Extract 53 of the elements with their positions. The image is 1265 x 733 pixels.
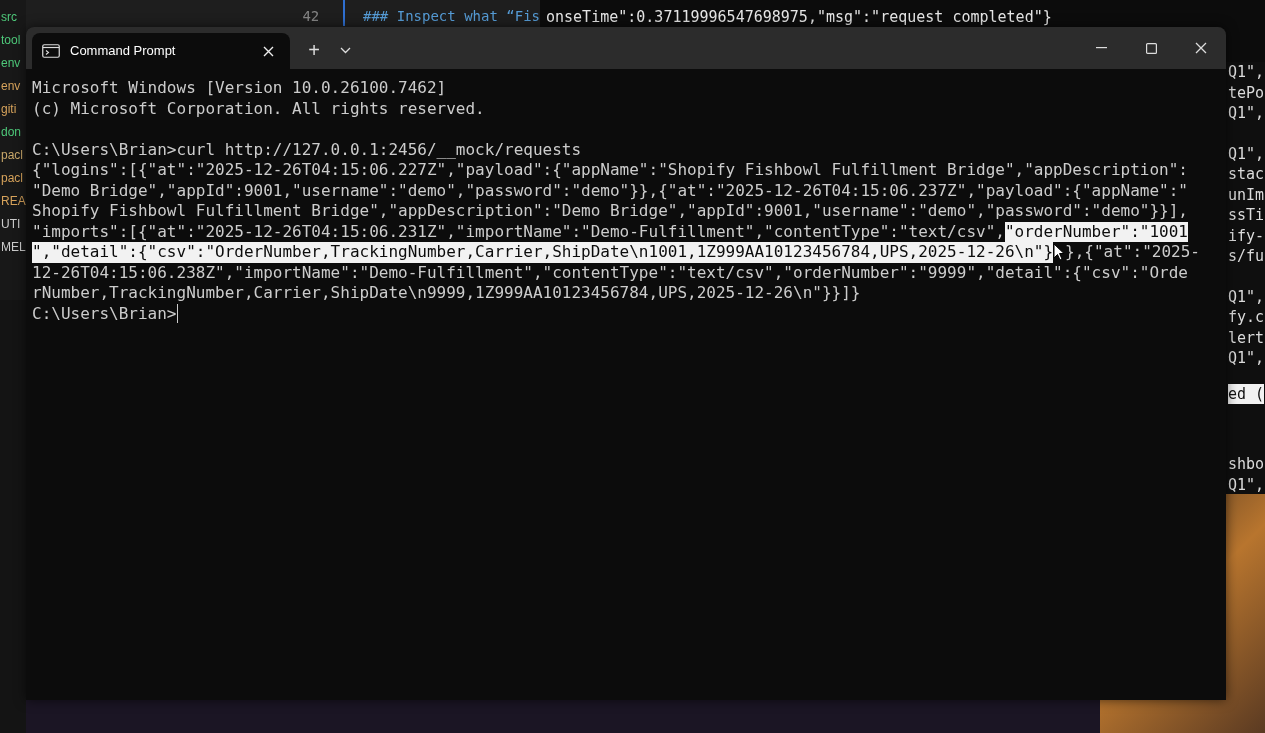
code-line: ### Inspect what “Fis: [363, 7, 540, 26]
command-prompt-icon: [42, 44, 60, 58]
log-line: s/fu: [1228, 246, 1265, 267]
terminal-text: (c) Microsoft Corporation. All rights reserved.: [32, 98, 485, 119]
text-cursor: [176, 304, 178, 324]
terminal-text: {"logins":[{"at":"2025-12-26T04:15:06.227Z","payload":{"appName":"Shopify Fishbowl Fulfillment Bridge","appDescription":: [32, 160, 1188, 181]
file-name[interactable]: pacl: [0, 148, 26, 163]
file-name[interactable]: env: [0, 56, 26, 71]
log-line: shbo: [1228, 454, 1265, 475]
log-line: Q1",: [1228, 103, 1265, 124]
new-tab-button[interactable]: +: [300, 37, 328, 63]
close-icon: [1195, 42, 1207, 54]
log-line: Q1",: [1228, 348, 1265, 369]
terminal-text: Shopify Fishbowl Fulfillment Bridge","appDescription":"Demo Bridge","appId":9001,"username":"demo","password":"demo"}}],: [32, 201, 1188, 222]
file-name[interactable]: MEL: [0, 240, 26, 255]
log-line: Q1",: [1228, 62, 1265, 83]
log-line: stac: [1228, 164, 1265, 185]
file-name[interactable]: src: [0, 10, 26, 25]
log-line: tePo: [1228, 82, 1265, 103]
tab-title: Command Prompt: [70, 42, 177, 61]
file-name[interactable]: pacl: [0, 171, 26, 186]
log-line: fy.c: [1228, 307, 1265, 328]
log-line: Q1",: [1228, 143, 1265, 164]
terminal-text: "Demo Bridge","appId":9001,"username":"demo","password":"demo"}},{"at":"2025-12-26T04:15:06.237Z","payload":{"appName":": [32, 180, 1188, 201]
file-name[interactable]: giti: [0, 102, 26, 117]
terminal-text: rNumber,TrackingNumber,Carrier,ShipDate\n9999,1Z999AA10123456784,UPS,2025-12-26\n"}}]}: [32, 283, 861, 304]
terminal-text: Microsoft Windows [Version 10.0.26100.7462]: [32, 78, 447, 99]
chevron-down-icon: [339, 46, 351, 54]
log-line: unIm: [1228, 184, 1265, 205]
log-line: onseTime":0.37119996547698975,"msg":"request completed"}: [546, 8, 1052, 26]
terminal-text: ","detail":{"csv":"OrderNumber,TrackingNumber,Carrier,ShipDate\n1001,1Z999AA10123456784,UPS,2025-12-26\n"}: [32, 242, 1054, 263]
file-name[interactable]: UTI: [0, 217, 26, 232]
mouse-pointer-icon: [1053, 243, 1066, 262]
terminal-text: C:\Users\Brian>curl http://127.0.0.1:2456/__mock/requests: [32, 139, 582, 160]
log-line: lert: [1228, 327, 1265, 348]
terminal-text: },{"at":"2025-: [1065, 242, 1200, 263]
log-line: Q1",: [1228, 474, 1265, 494]
terminal-text: "imports":[{"at":"2025-12-26T04:15:06.231Z","importName":"Demo-Fulfillment","contentType":"text/csv",: [32, 221, 1005, 242]
line-number: 42: [301, 7, 320, 26]
log-line: Q1",: [1228, 286, 1265, 307]
log-line: ssTi: [1228, 205, 1265, 226]
file-name[interactable]: env: [0, 79, 26, 94]
file-name[interactable]: don: [0, 125, 26, 140]
file-name[interactable]: REA: [0, 194, 26, 209]
maximize-icon: [1145, 42, 1157, 54]
terminal-text: "orderNumber":"1001: [1004, 221, 1188, 242]
terminal-text: C:\Users\Brian>: [32, 303, 177, 324]
terminal-text: 12-26T04:15:06.238Z","importName":"Demo-Fulfillment","contentType":"text/csv","orderNumber":"9999","detail":{"csv":"Orde: [32, 262, 1188, 283]
minimize-icon: [1095, 47, 1107, 49]
close-icon: [262, 45, 274, 57]
file-name[interactable]: tool: [0, 33, 26, 48]
log-line: ify-: [1228, 225, 1265, 246]
terminal-tab[interactable]: Command Prompt: [32, 33, 290, 69]
